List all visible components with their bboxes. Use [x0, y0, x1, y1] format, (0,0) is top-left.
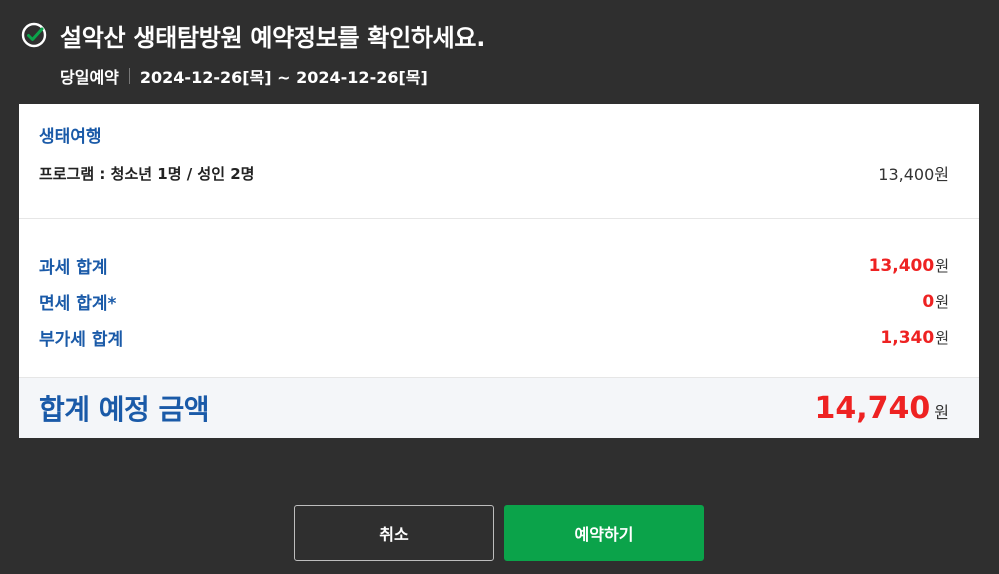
- vat-total-row: 부가세 합계 1,340원: [39, 319, 949, 355]
- program-section: 생태여행 프로그램 : 청소년 1명 / 성인 2명 13,400원: [19, 104, 979, 219]
- grand-total-section: 합계 예정 금액 14,740 원: [19, 377, 979, 438]
- currency-unit: 원: [935, 256, 949, 275]
- program-price: 13,400원: [878, 165, 949, 184]
- currency-unit: 원: [935, 328, 949, 347]
- vat-total-label: 부가세 합계: [39, 329, 124, 350]
- reservation-detail-panel: 생태여행 프로그램 : 청소년 1명 / 성인 2명 13,400원 과세 합계…: [19, 104, 979, 438]
- program-line: 프로그램 : 청소년 1명 / 성인 2명 13,400원: [39, 161, 949, 185]
- program-section-title: 생태여행: [39, 127, 102, 147]
- title-row: 설악산 생태탐방원 예약정보를 확인하세요.: [20, 18, 979, 52]
- reservation-summary: 당일예약 2024-12-26[목] ~ 2024-12-26[목]: [60, 64, 979, 88]
- vat-total-value: 1,340원: [880, 327, 949, 348]
- currency-unit: 원: [935, 292, 949, 311]
- action-buttons: 취소 예약하기: [294, 505, 704, 561]
- totals-section: 과세 합계 13,400원 면세 합계* 0원 부가세 합계 1,340원: [19, 219, 979, 377]
- reservation-date-range: 2024-12-26[목] ~ 2024-12-26[목]: [139, 68, 428, 87]
- taxfree-total-amount: 0: [922, 291, 935, 312]
- taxfree-total-value: 0원: [922, 291, 949, 312]
- page-title: 설악산 생태탐방원 예약정보를 확인하세요.: [60, 23, 486, 52]
- taxable-total-label: 과세 합계: [39, 257, 108, 278]
- grand-total-value: 14,740 원: [814, 391, 949, 426]
- taxfree-total-row: 면세 합계* 0원: [39, 283, 949, 319]
- reserve-button[interactable]: 예약하기: [504, 505, 704, 561]
- cancel-button[interactable]: 취소: [294, 505, 494, 561]
- grand-total-label: 합계 예정 금액: [39, 393, 210, 426]
- reservation-type: 당일예약: [60, 68, 119, 87]
- vat-total-amount: 1,340: [880, 327, 935, 348]
- currency-unit: 원: [934, 402, 949, 422]
- taxable-total-value: 13,400원: [869, 255, 949, 276]
- check-circle-icon: [20, 21, 48, 49]
- divider: [128, 68, 130, 84]
- grand-total-amount: 14,740: [814, 390, 931, 426]
- modal-header: 설악산 생태탐방원 예약정보를 확인하세요. 당일예약 2024-12-26[목…: [20, 18, 979, 88]
- taxable-total-amount: 13,400: [868, 255, 935, 276]
- program-label: 프로그램 : 청소년 1명 / 성인 2명: [39, 164, 255, 183]
- taxfree-total-label: 면세 합계*: [39, 293, 117, 314]
- taxable-total-row: 과세 합계 13,400원: [39, 247, 949, 283]
